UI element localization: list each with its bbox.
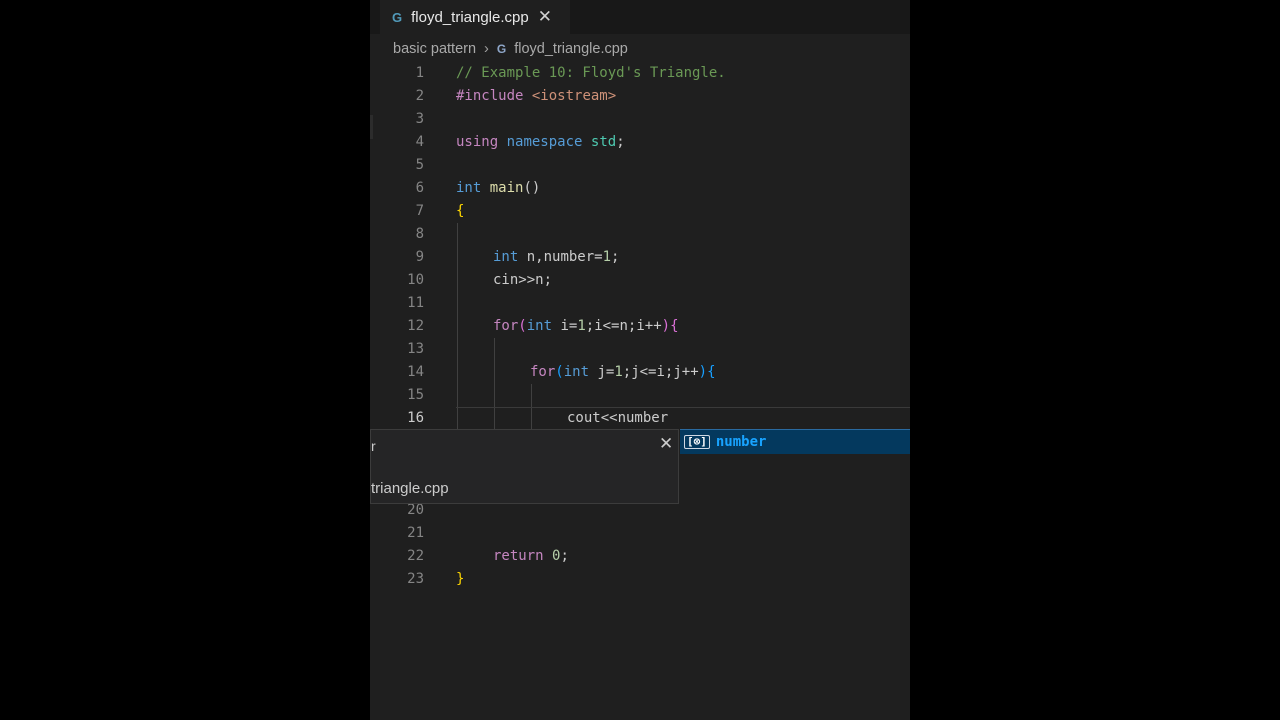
punct: ; — [560, 548, 569, 564]
comment: // Example 10: Floyd's Triangle. — [456, 65, 726, 81]
line-number: 22 — [407, 548, 424, 564]
suggestion-label: number — [715, 434, 767, 450]
suggestion-item[interactable]: [⊗] number — [680, 429, 910, 454]
number-literal: 1 — [577, 318, 586, 334]
code-line: 21 — [370, 522, 910, 545]
breadcrumb-file[interactable]: floyd_triangle.cpp — [514, 41, 628, 57]
close-icon[interactable]: ✕ — [538, 7, 552, 27]
punct: () — [523, 180, 541, 196]
line-number: 10 — [407, 272, 424, 288]
code-line: 14 for(int j=1;j<=i;j++){ — [370, 361, 910, 384]
tab-bar: G floyd_triangle.cpp ✕ — [370, 0, 910, 34]
line-number: 13 — [407, 341, 424, 357]
brace: { — [670, 318, 679, 334]
brace: { — [456, 203, 465, 219]
peek-title: r — [371, 438, 376, 454]
code-text: cout<<number — [567, 410, 669, 426]
code-text: n,number= — [518, 249, 603, 265]
line-number: 15 — [407, 387, 424, 403]
brace: } — [456, 571, 465, 587]
code-line: 10 cin>>n; — [370, 269, 910, 292]
code-text: i= — [552, 318, 578, 334]
keyword: namespace — [506, 134, 583, 150]
cpp-file-icon: G — [392, 9, 403, 25]
punct: ; — [611, 249, 620, 265]
code-line: 8 — [370, 223, 910, 246]
code-line: 3 — [370, 108, 910, 131]
paren: ( — [518, 318, 527, 334]
keyword: int — [493, 249, 519, 265]
code-line: 5 — [370, 154, 910, 177]
line-number: 16 — [407, 410, 424, 426]
line-number: 4 — [415, 134, 424, 150]
code-line: 13 — [370, 338, 910, 361]
line-number: 11 — [407, 295, 424, 311]
peek-file-link[interactable]: triangle.cpp — [371, 480, 449, 497]
code-line: 6 int main() — [370, 177, 910, 200]
code-text: cin>>n; — [493, 272, 553, 288]
paren: ( — [555, 364, 564, 380]
line-number: 8 — [415, 226, 424, 242]
line-number: 12 — [407, 318, 424, 334]
code-line: 4 using namespace std; — [370, 131, 910, 154]
line-number: 7 — [415, 203, 424, 219]
chevron-right-icon: › — [484, 41, 489, 57]
keyword: for — [493, 318, 519, 334]
line-number: 1 — [415, 65, 424, 81]
paren: ) — [698, 364, 708, 380]
keyword: return — [493, 548, 544, 564]
code-line: 23 } — [370, 568, 910, 591]
header: <iostream> — [531, 88, 617, 104]
breadcrumb: basic pattern › G floyd_triangle.cpp — [393, 38, 628, 60]
tab-floyd-triangle[interactable]: G floyd_triangle.cpp ✕ — [380, 0, 570, 34]
breadcrumb-folder[interactable]: basic pattern — [393, 41, 476, 57]
code-text: ;j<=i;j++ — [622, 364, 699, 380]
editor-window: G floyd_triangle.cpp ✕ basic pattern › G… — [370, 0, 910, 720]
code-text: j= — [589, 364, 615, 380]
directive: #include — [456, 88, 524, 104]
code-line: 2 #include <iostream> — [370, 85, 910, 108]
code-line: 11 — [370, 292, 910, 315]
paren: ) — [661, 318, 671, 334]
cpp-file-icon: G — [496, 42, 507, 56]
brace: { — [707, 364, 716, 380]
line-number: 21 — [407, 525, 424, 541]
line-number: 23 — [407, 571, 424, 587]
code-line: 1 // Example 10: Floyd's Triangle. — [370, 62, 910, 85]
number-literal: 1 — [602, 249, 612, 265]
function-name: main — [489, 180, 524, 196]
code-line: 12 for(int i=1;i<=n;i++){ — [370, 315, 910, 338]
keyword: int — [456, 180, 482, 196]
variable-icon: [⊗] — [684, 435, 710, 449]
keyword: int — [563, 364, 590, 380]
hover-peek-widget: r ✕ triangle.cpp — [370, 429, 679, 504]
line-number: 3 — [415, 111, 424, 127]
line-number: 14 — [407, 364, 424, 380]
namespace-name: std — [590, 134, 617, 150]
code-text: ;i<=n;i++ — [585, 318, 662, 334]
punct: ; — [616, 134, 625, 150]
code-line: 7 { — [370, 200, 910, 223]
line-number: 2 — [415, 88, 424, 104]
number-literal: 1 — [614, 364, 623, 380]
line-number: 5 — [415, 157, 424, 173]
close-icon[interactable]: ✕ — [659, 434, 673, 454]
keyword: int — [526, 318, 553, 334]
code-line: 9 int n,number=1; — [370, 246, 910, 269]
keyword: using — [456, 134, 499, 150]
code-line-active: 16 cout<<number — [370, 407, 910, 430]
keyword: for — [530, 364, 556, 380]
line-number: 6 — [415, 180, 424, 196]
tab-label: floyd_triangle.cpp — [411, 8, 529, 26]
code-line: 15 — [370, 384, 910, 407]
line-number: 9 — [415, 249, 424, 265]
code-line: 22 return 0; — [370, 545, 910, 568]
